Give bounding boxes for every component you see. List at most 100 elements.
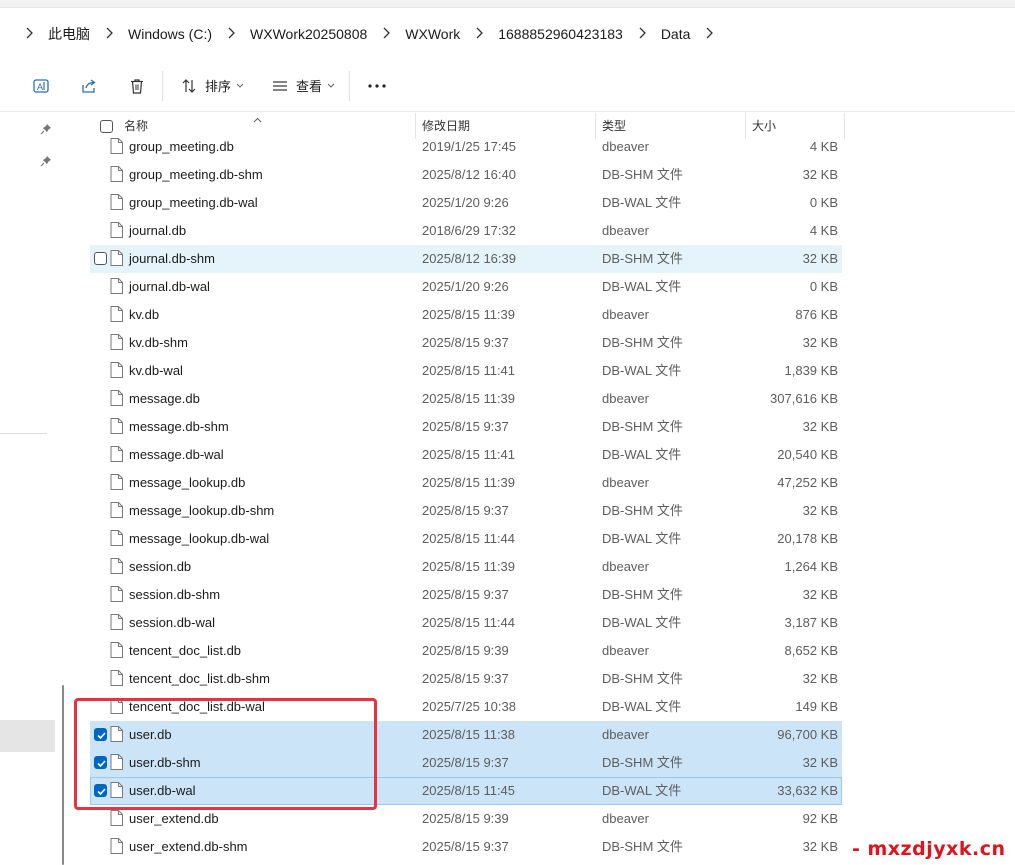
chevron-right-icon[interactable]: [18, 27, 40, 42]
more-button[interactable]: [364, 70, 390, 102]
file-icon: [110, 670, 123, 686]
file-type: dbeaver: [602, 811, 649, 826]
file-date: 2025/8/15 9:39: [422, 643, 509, 658]
file-type: DB-SHM 文件: [602, 419, 683, 434]
file-type: DB-WAL 文件: [602, 699, 682, 714]
breadcrumb-item[interactable]: WXWork20250808: [246, 26, 371, 42]
address-bar[interactable]: 此电脑 Windows (C:) WXWork20250808 WXWork 1…: [0, 8, 1015, 60]
file-row[interactable]: group_meeting.db-shm 2025/8/12 16:40 DB-SH…: [90, 161, 842, 189]
file-name: session.db-wal: [129, 615, 215, 630]
file-icon: [110, 390, 123, 406]
file-size: 20,540 KB: [777, 447, 838, 462]
file-type: DB-SHM 文件: [602, 167, 683, 182]
sort-icon: [179, 76, 199, 96]
file-row[interactable]: message_lookup.db-wal 2025/8/15 11:44 DB-W…: [90, 525, 842, 553]
file-size: 876 KB: [795, 307, 838, 322]
file-icon: [110, 474, 123, 490]
trash-icon: [127, 76, 147, 96]
file-icon: [110, 446, 123, 462]
file-date: 2025/8/15 9:37: [422, 839, 509, 854]
sort-button[interactable]: 排序: [179, 70, 244, 102]
file-type: DB-WAL 文件: [602, 195, 682, 210]
file-name: group_meeting.db-wal: [129, 195, 258, 210]
breadcrumb-item[interactable]: Windows (C:): [124, 26, 216, 42]
file-size: 96,700 KB: [777, 727, 838, 742]
file-size: 32 KB: [802, 167, 838, 182]
nav-divider: [0, 433, 47, 434]
share-button[interactable]: [78, 70, 100, 102]
breadcrumb-item[interactable]: 此电脑: [44, 24, 94, 44]
file-type: DB-WAL 文件: [602, 615, 682, 630]
file-date: 2025/8/15 11:44: [422, 531, 516, 546]
file-date: 2025/8/15 9:37: [422, 503, 509, 518]
file-type: DB-SHM 文件: [602, 587, 683, 602]
file-size: 32 KB: [802, 755, 838, 770]
file-row[interactable]: session.db-wal 2025/8/15 11:44 DB-WAL 文件 3,…: [90, 609, 842, 637]
file-row[interactable]: message_lookup.db 2025/8/15 11:39 dbeaver 4…: [90, 469, 842, 497]
nav-scrollbar[interactable]: [62, 685, 64, 865]
file-date: 2019/1/25 17:45: [422, 139, 516, 154]
file-date: 2025/8/15 11:39: [422, 391, 516, 406]
file-size: 33,632 KB: [777, 783, 838, 798]
file-row[interactable]: kv.db-shm 2025/8/15 9:37 DB-SHM 文件 32 KB: [90, 329, 842, 357]
file-name: message.db: [129, 391, 200, 406]
file-size: 32 KB: [802, 503, 838, 518]
chevron-right-icon[interactable]: [216, 27, 246, 42]
delete-button[interactable]: [126, 70, 148, 102]
watermark: - mxzdjyxk.cn: [852, 838, 1006, 860]
file-size: 32 KB: [802, 587, 838, 602]
rename-button[interactable]: A: [30, 70, 52, 102]
column-name-label: 名称: [124, 119, 149, 133]
breadcrumb-item[interactable]: 1688852960423183: [494, 26, 627, 42]
pin-icon[interactable]: [40, 155, 52, 167]
file-date: 2025/8/15 11:39: [422, 475, 516, 490]
nav-item-selected[interactable]: [0, 720, 55, 752]
file-row[interactable]: user_extend.db-shm 2025/8/15 9:37 DB-SHM 文…: [90, 833, 842, 861]
file-date: 2025/7/25 10:38: [422, 699, 516, 714]
file-icon: [110, 614, 123, 630]
file-row[interactable]: group_meeting.db-wal 2025/1/20 9:26 DB-WAL…: [90, 189, 842, 217]
file-row[interactable]: journal.db-shm 2025/8/12 16:39 DB-SHM 文件 32…: [90, 245, 842, 273]
file-size: 8,652 KB: [784, 643, 839, 658]
file-row[interactable]: tencent_doc_list.db 2025/8/15 9:39 dbeaver…: [90, 637, 842, 665]
file-date: 2025/1/20 9:26: [422, 279, 509, 294]
file-row[interactable]: group_meeting.db 2019/1/25 17:45 dbeaver 4 …: [90, 133, 842, 161]
file-row[interactable]: message_lookup.db-shm 2025/8/15 9:37 DB-SH…: [90, 497, 842, 525]
file-row[interactable]: kv.db-wal 2025/8/15 11:41 DB-WAL 文件 1,839 K…: [90, 357, 842, 385]
breadcrumb-item[interactable]: Data: [657, 26, 695, 42]
file-row[interactable]: kv.db 2025/8/15 11:39 dbeaver 876 KB: [90, 301, 842, 329]
file-row[interactable]: message.db-shm 2025/8/15 9:37 DB-SHM 文件 32 …: [90, 413, 842, 441]
file-row[interactable]: session.db 2025/8/15 11:39 dbeaver 1,264 KB: [90, 553, 842, 581]
chevron-right-icon[interactable]: [371, 27, 401, 42]
file-row[interactable]: journal.db-wal 2025/1/20 9:26 DB-WAL 文件 0 K…: [90, 273, 842, 301]
select-all-checkbox[interactable]: [100, 120, 113, 133]
file-row[interactable]: message.db 2025/8/15 11:39 dbeaver 307,616 …: [90, 385, 842, 413]
file-date: 2025/8/15 11:44: [422, 615, 516, 630]
breadcrumb-item[interactable]: WXWork: [401, 26, 464, 42]
file-row[interactable]: message.db-wal 2025/8/15 11:41 DB-WAL 文件 20…: [90, 441, 842, 469]
file-row[interactable]: session.db-shm 2025/8/15 9:37 DB-SHM 文件 32 …: [90, 581, 842, 609]
more-icon: [367, 76, 387, 96]
chevron-right-icon[interactable]: [94, 27, 124, 42]
file-name: kv.db-shm: [129, 335, 188, 350]
file-name: user_extend.db-shm: [129, 839, 248, 854]
file-date: 2018/6/29 17:32: [422, 223, 516, 238]
pin-icon[interactable]: [40, 123, 52, 135]
file-row[interactable]: journal.db 2018/6/29 17:32 dbeaver 4 KB: [90, 217, 842, 245]
view-button[interactable]: 查看: [270, 70, 335, 102]
file-name: group_meeting.db: [129, 139, 234, 154]
row-checkbox[interactable]: [94, 252, 107, 265]
file-size: 32 KB: [802, 251, 838, 266]
chevron-right-icon[interactable]: [627, 27, 657, 42]
chevron-right-icon[interactable]: [464, 27, 494, 42]
file-type: DB-SHM 文件: [602, 251, 683, 266]
file-type: DB-WAL 文件: [602, 531, 682, 546]
file-name: message_lookup.db-wal: [129, 531, 270, 546]
file-type: dbeaver: [602, 391, 649, 406]
file-row[interactable]: tencent_doc_list.db-shm 2025/8/15 9:37 DB-…: [90, 665, 842, 693]
column-date-label: 修改日期: [422, 119, 471, 133]
file-size: 92 KB: [802, 811, 838, 826]
file-date: 2025/8/15 11:39: [422, 559, 516, 574]
chevron-right-icon[interactable]: [694, 27, 724, 42]
file-name: tencent_doc_list.db: [129, 643, 242, 658]
